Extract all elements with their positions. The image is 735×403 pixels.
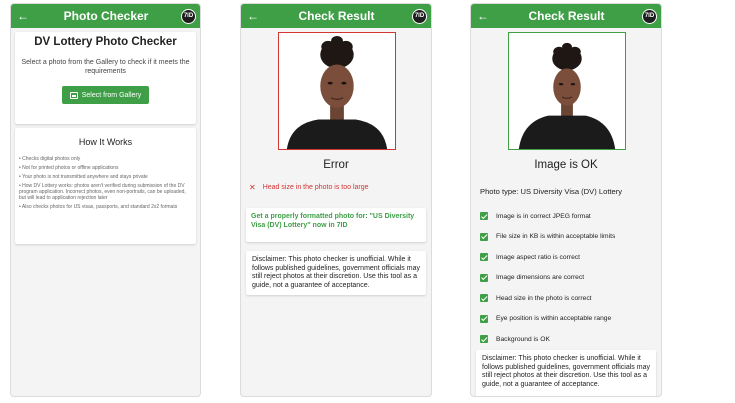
checkbox-checked-icon (480, 273, 488, 282)
back-arrow-icon[interactable]: ← (15, 4, 31, 28)
checkbox-checked-icon (480, 314, 488, 323)
app-bar-title: Check Result (528, 9, 605, 23)
app-logo: 7ID (181, 8, 196, 24)
how-it-works-list: Checks digital photos only Not for print… (19, 156, 192, 210)
disclaimer-card: Disclaimer: This photo checker is unoffi… (476, 350, 656, 396)
app-logo: 7ID (642, 8, 657, 24)
disclaimer-text: Disclaimer: This photo checker is unoffi… (252, 256, 420, 289)
check-label: Eye position is within acceptable range (496, 315, 612, 323)
check-item: File size in KB is within acceptable lim… (480, 227, 615, 248)
checkbox-checked-icon (480, 335, 488, 344)
back-arrow-icon[interactable]: ← (245, 4, 261, 28)
close-icon: ✕ (249, 183, 256, 192)
app-bar-title: Check Result (298, 9, 375, 23)
check-label: File size in KB is within acceptable lim… (496, 233, 616, 241)
app-bar: ← Check Result 7ID (471, 4, 661, 28)
back-arrow-icon[interactable]: ← (475, 4, 491, 28)
how-it-works-title: How It Works (78, 137, 133, 147)
check-result-ok-screen: ← Check Result 7ID Image is OK Photo typ… (470, 3, 662, 397)
check-label: Background is OK (496, 335, 550, 343)
error-item: ✕ Head size in the photo is too large (249, 183, 369, 192)
how-it-works-card: How It Works Checks digital photos only … (15, 128, 196, 244)
list-item: How DV Lottery works: photos aren't veri… (19, 183, 192, 201)
check-item: Eye position is within acceptable range (480, 309, 615, 330)
check-item: Image dimensions are correct (480, 268, 615, 289)
list-item: Your photo is not transmitted anywhere a… (19, 174, 192, 180)
checker-intro-card: DV Lottery Photo Checker Select a photo … (15, 32, 196, 124)
list-item: Not for printed photos or offline applic… (19, 165, 192, 171)
disclaimer-text: Disclaimer: This photo checker is unoffi… (482, 355, 650, 388)
checked-photo-ok (508, 32, 626, 150)
check-list: Image is in correct JPEG format File siz… (480, 206, 615, 350)
checkbox-checked-icon (480, 212, 488, 221)
checkbox-checked-icon (480, 253, 488, 262)
check-label: Head size in the photo is correct (496, 294, 592, 302)
portrait-image (279, 33, 395, 149)
check-item: Image is in correct JPEG format (480, 206, 615, 227)
check-label: Image is in correct JPEG format (496, 212, 591, 220)
promo-link-card[interactable]: Get a properly formatted photo for: "US … (246, 208, 426, 242)
app-bar: ← Photo Checker 7ID (11, 4, 200, 28)
result-title: Image is OK (534, 159, 598, 171)
image-icon (69, 91, 78, 99)
page-title: DV Lottery Photo Checker (34, 36, 177, 48)
error-text: Head size in the photo is too large (262, 184, 369, 191)
check-item: Head size in the photo is correct (480, 288, 615, 309)
check-label: Image aspect ratio is correct (496, 253, 580, 261)
photo-type-label: Photo type: US Diversity Visa (DV) Lotte… (480, 187, 623, 196)
check-label: Image dimensions are correct (496, 274, 585, 282)
photo-checker-screen: ← Photo Checker 7ID DV Lottery Photo Che… (10, 3, 201, 397)
promo-link-text[interactable]: Get a properly formatted photo for: "US … (251, 213, 414, 229)
list-item: Checks digital photos only (19, 156, 192, 162)
app-bar-title: Photo Checker (63, 9, 149, 23)
check-item: Image aspect ratio is correct (480, 247, 615, 268)
portrait-image (509, 33, 625, 149)
select-from-gallery-label: Select from Gallery (81, 91, 142, 99)
check-item: Background is OK (480, 329, 615, 350)
list-item: Also checks photos for US visas, passpor… (19, 204, 192, 210)
checked-photo-error (278, 32, 396, 150)
app-bar: ← Check Result 7ID (241, 4, 431, 28)
select-from-gallery-button[interactable]: Select from Gallery (61, 86, 150, 104)
app-logo: 7ID (412, 8, 427, 24)
disclaimer-card: Disclaimer: This photo checker is unoffi… (246, 251, 426, 295)
checkbox-checked-icon (480, 294, 488, 303)
intro-description: Select a photo from the Gallery to check… (21, 59, 190, 75)
checkbox-checked-icon (480, 232, 488, 241)
result-title: Error (323, 159, 349, 171)
check-result-error-screen: ← Check Result 7ID Error ✕ Head size in … (240, 3, 432, 397)
